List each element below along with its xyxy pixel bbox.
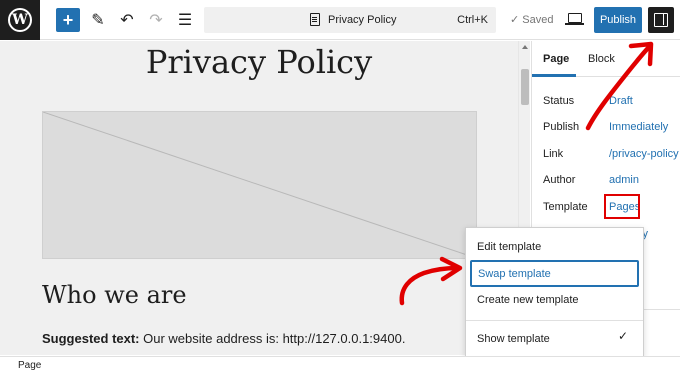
placeholder-diagonal [43, 112, 476, 258]
swap-template-menu-item[interactable]: Swap template [470, 260, 639, 287]
sidebar-tabs: Page Block [532, 41, 680, 77]
status-label: Status [543, 95, 575, 107]
suggested-text-body: Our website address is: http://127.0.0.1… [139, 331, 406, 346]
active-tab-indicator [532, 74, 576, 77]
tab-page[interactable]: Page [543, 53, 569, 65]
page-title[interactable]: Privacy Policy [0, 43, 518, 81]
document-icon [310, 13, 320, 26]
tools-button[interactable]: ✎ [86, 8, 110, 32]
scrollbar-thumb[interactable] [521, 69, 529, 105]
create-new-template-menu-item[interactable]: Create new template [477, 294, 579, 306]
suggested-text-label: Suggested text: [42, 331, 140, 346]
image-placeholder[interactable] [42, 111, 477, 259]
show-template-menu-item[interactable]: Show template [477, 333, 550, 345]
wordpress-logo-button[interactable]: W [0, 0, 40, 40]
command-shortcut: Ctrl+K [457, 14, 488, 26]
breadcrumb-page[interactable]: Page [18, 360, 41, 371]
template-highlight-box [604, 194, 640, 219]
publish-button[interactable]: Publish [594, 7, 642, 33]
document-title: Privacy Policy [328, 14, 397, 26]
suggested-text-paragraph[interactable]: Suggested text: Our website address is: … [42, 331, 405, 346]
menu-divider [466, 320, 643, 321]
undo-icon: ↶ [120, 12, 134, 29]
add-block-button[interactable]: + [56, 8, 80, 32]
preview-device-icon[interactable] [565, 13, 584, 25]
edit-template-menu-item[interactable]: Edit template [477, 241, 541, 253]
sidebar-panel-icon [654, 13, 668, 27]
template-options-menu: Edit template Swap template Create new t… [465, 227, 644, 357]
template-label: Template [543, 201, 588, 213]
publish-label: Publish [543, 121, 580, 133]
editor-canvas[interactable]: Privacy Policy Who we are Suggested text… [0, 41, 530, 355]
permalink-link[interactable]: /privacy-policy [609, 148, 679, 160]
editor-toolbar: W + ✎ ↶ ↷ ☰ Privacy Policy Ctrl+K ✓ Save… [0, 0, 680, 40]
publish-date-link[interactable]: Immediately [609, 121, 668, 133]
settings-sidebar-toggle-button[interactable] [648, 7, 674, 33]
scroll-up-arrow-icon[interactable] [522, 45, 528, 49]
swap-template-label: Swap template [478, 268, 551, 280]
checkmark-icon: ✓ [618, 329, 629, 343]
link-label: Link [543, 148, 564, 160]
plus-icon: + [62, 9, 74, 30]
pen-icon: ✎ [91, 12, 105, 29]
author-link[interactable]: admin [609, 174, 639, 186]
author-label: Author [543, 174, 576, 186]
undo-button[interactable]: ↶ [115, 8, 139, 32]
redo-icon: ↷ [149, 12, 163, 29]
document-overview-button[interactable]: ☰ [173, 8, 197, 32]
saved-status: ✓ Saved [510, 14, 554, 26]
list-view-icon: ☰ [177, 12, 193, 29]
section-heading[interactable]: Who we are [42, 281, 187, 309]
breadcrumb-bar: Page [0, 356, 680, 373]
command-palette-bar[interactable]: Privacy Policy Ctrl+K [204, 7, 496, 33]
redo-button[interactable]: ↷ [144, 8, 168, 32]
tab-block[interactable]: Block [588, 53, 615, 65]
wordpress-logo-icon: W [8, 8, 32, 32]
status-value-link[interactable]: Draft [609, 95, 633, 107]
